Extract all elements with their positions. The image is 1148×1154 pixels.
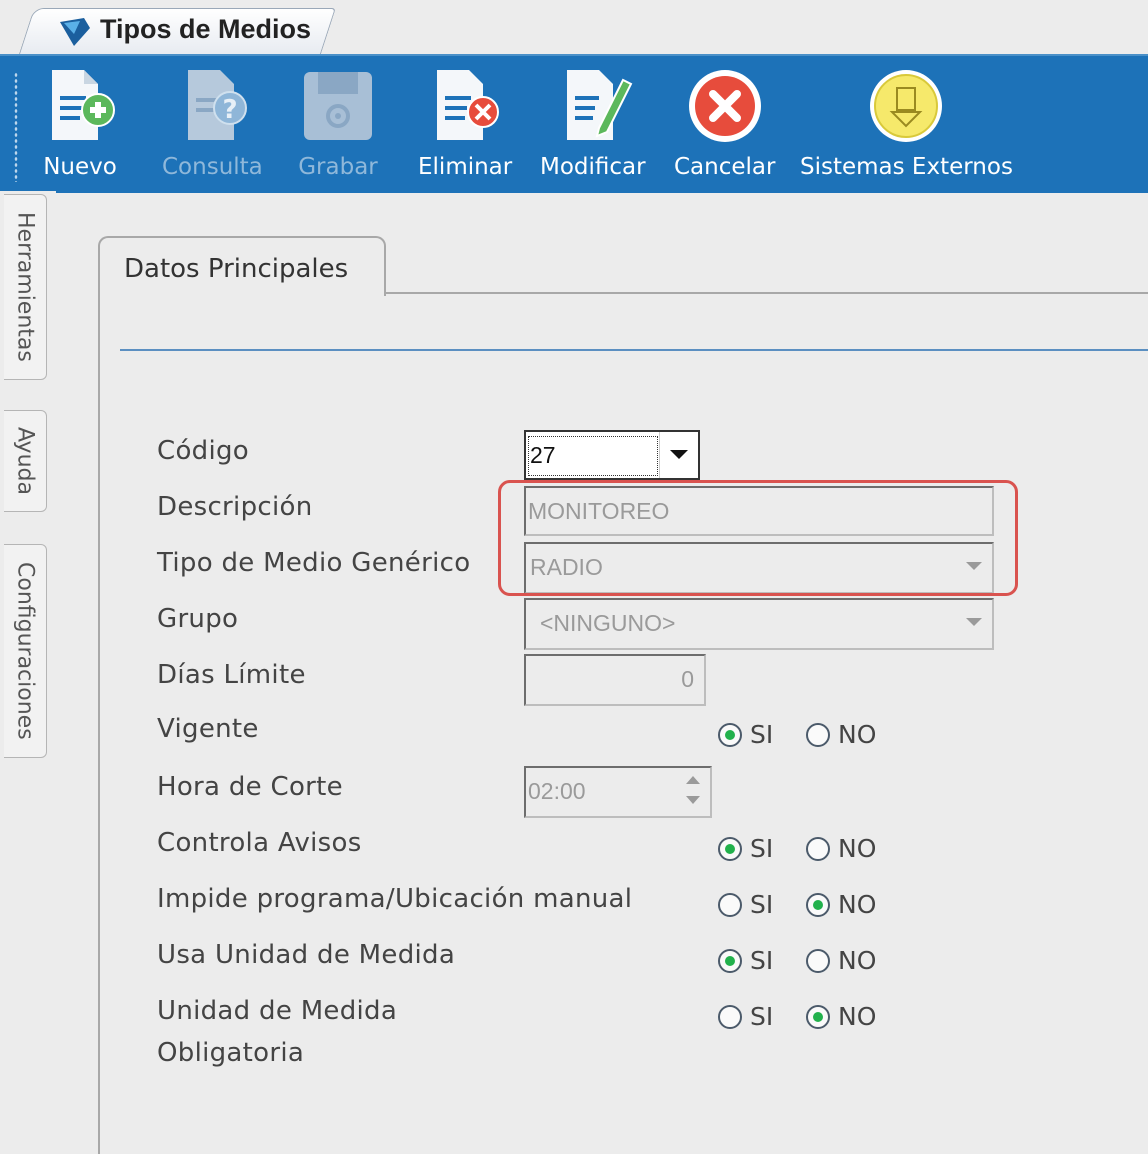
unidad-obligatoria-label-2: Obligatoria [157,1038,305,1068]
controla-avisos-si-radio[interactable]: SI [718,834,773,863]
unidad-obligatoria-no-label: NO [838,1002,877,1031]
radio-unselected-icon [806,948,830,973]
tab-ayuda-label: Ayuda [12,427,38,495]
vigente-si-radio[interactable]: SI [718,720,773,749]
query-document-icon: ? [188,70,248,140]
tab-herramientas-label: Herramientas [12,212,38,362]
highlight-box [498,480,1018,596]
grabar-label: Grabar [298,154,378,180]
radio-selected-icon [718,722,742,747]
controla-avisos-no-radio[interactable]: NO [806,834,876,863]
chevron-down-icon [670,450,688,459]
radio-selected-icon [718,836,742,861]
unidad-obligatoria-no-radio[interactable]: NO [806,1002,876,1031]
tab-herramientas[interactable]: Herramientas [4,194,47,380]
cancel-icon [688,70,761,142]
radio-unselected-icon [806,722,830,747]
radio-selected-icon [806,1004,830,1029]
grupo-value: <NINGUNO> [540,610,676,636]
hora-corte-spinner[interactable]: 02:00 [524,766,712,818]
usa-unidad-si-radio[interactable]: SI [718,946,773,975]
unidad-obligatoria-si-radio[interactable]: SI [718,1002,773,1031]
codigo-label: Código [157,436,250,466]
modificar-button[interactable]: Modificar [540,66,646,180]
descripcion-label: Descripción [157,492,313,522]
consulta-button[interactable]: ? Consulta [162,66,263,180]
new-document-icon [52,70,115,140]
radio-selected-icon [806,892,830,917]
impide-programa-si-radio[interactable]: SI [718,890,773,919]
impide-programa-si-label: SI [750,890,774,919]
sistemas-externos-button[interactable]: Sistemas Externos [800,66,1013,180]
dias-limite-field[interactable]: 0 [524,654,706,706]
app-logo-icon [56,14,94,48]
vigente-si-label: SI [750,720,774,749]
vigente-no-label: NO [838,720,877,749]
radio-unselected-icon [806,836,830,861]
nuevo-button[interactable]: Nuevo [40,66,120,180]
chevron-down-icon [966,618,982,626]
codigo-value: 27 [530,442,556,468]
usa-unidad-label: Usa Unidad de Medida [157,940,456,970]
eliminar-label: Eliminar [418,154,513,180]
dias-limite-label: Días Límite [157,660,306,690]
modificar-label: Modificar [540,154,646,180]
vigente-no-radio[interactable]: NO [806,720,876,749]
hora-corte-label: Hora de Corte [157,772,343,802]
section-separator [120,349,1148,351]
unidad-obligatoria-si-label: SI [750,1002,774,1031]
usa-unidad-no-label: NO [838,946,877,975]
external-systems-icon [870,70,943,142]
grupo-select[interactable]: <NINGUNO> [524,598,994,650]
usa-unidad-si-label: SI [750,946,774,975]
dias-limite-value: 0 [681,666,694,692]
sistemas-externos-label: Sistemas Externos [800,154,1013,180]
save-disk-icon [304,72,372,140]
controla-avisos-si-label: SI [750,834,774,863]
grupo-label: Grupo [157,604,239,634]
usa-unidad-no-radio[interactable]: NO [806,946,876,975]
eliminar-button[interactable]: Eliminar [418,66,512,180]
consulta-label: Consulta [162,154,263,180]
toolbar-grip[interactable] [14,72,18,182]
vigente-label: Vigente [157,714,259,744]
impide-programa-no-label: NO [838,890,877,919]
cancelar-label: Cancelar [674,154,776,180]
window-title: Tipos de Medios [100,14,312,44]
tab-datos-principales-label: Datos Principales [124,254,349,284]
tab-configuraciones-label: Configuraciones [12,562,38,740]
radio-unselected-icon [718,892,742,917]
controla-avisos-label: Controla Avisos [157,828,362,858]
impide-programa-no-radio[interactable]: NO [806,890,876,919]
nuevo-label: Nuevo [43,154,117,180]
unidad-obligatoria-label: Unidad de Medida [157,996,398,1026]
tab-configuraciones[interactable]: Configuraciones [4,544,47,758]
codigo-dropdown-button[interactable] [659,432,698,478]
grabar-button[interactable]: Grabar [298,66,378,180]
radio-unselected-icon [718,1004,742,1029]
svg-text:?: ? [223,95,238,125]
edit-document-icon [566,70,633,140]
hora-corte-value: 02:00 [528,778,586,804]
spin-down-icon[interactable] [686,796,700,804]
delete-document-icon [437,70,500,140]
spin-up-icon[interactable] [686,776,700,784]
toolbar: Nuevo ? Consulta Grabar Eliminar Modific… [0,54,1148,193]
tab-datos-principales[interactable]: Datos Principales [98,236,386,296]
controla-avisos-no-label: NO [838,834,877,863]
cancelar-button[interactable]: Cancelar [674,66,775,180]
tipo-medio-label: Tipo de Medio Genérico [157,548,471,578]
codigo-select[interactable]: 27 [524,430,700,480]
tab-ayuda[interactable]: Ayuda [4,410,47,512]
impide-programa-label: Impide programa/Ubicación manual [157,884,633,914]
radio-selected-icon [718,948,742,973]
